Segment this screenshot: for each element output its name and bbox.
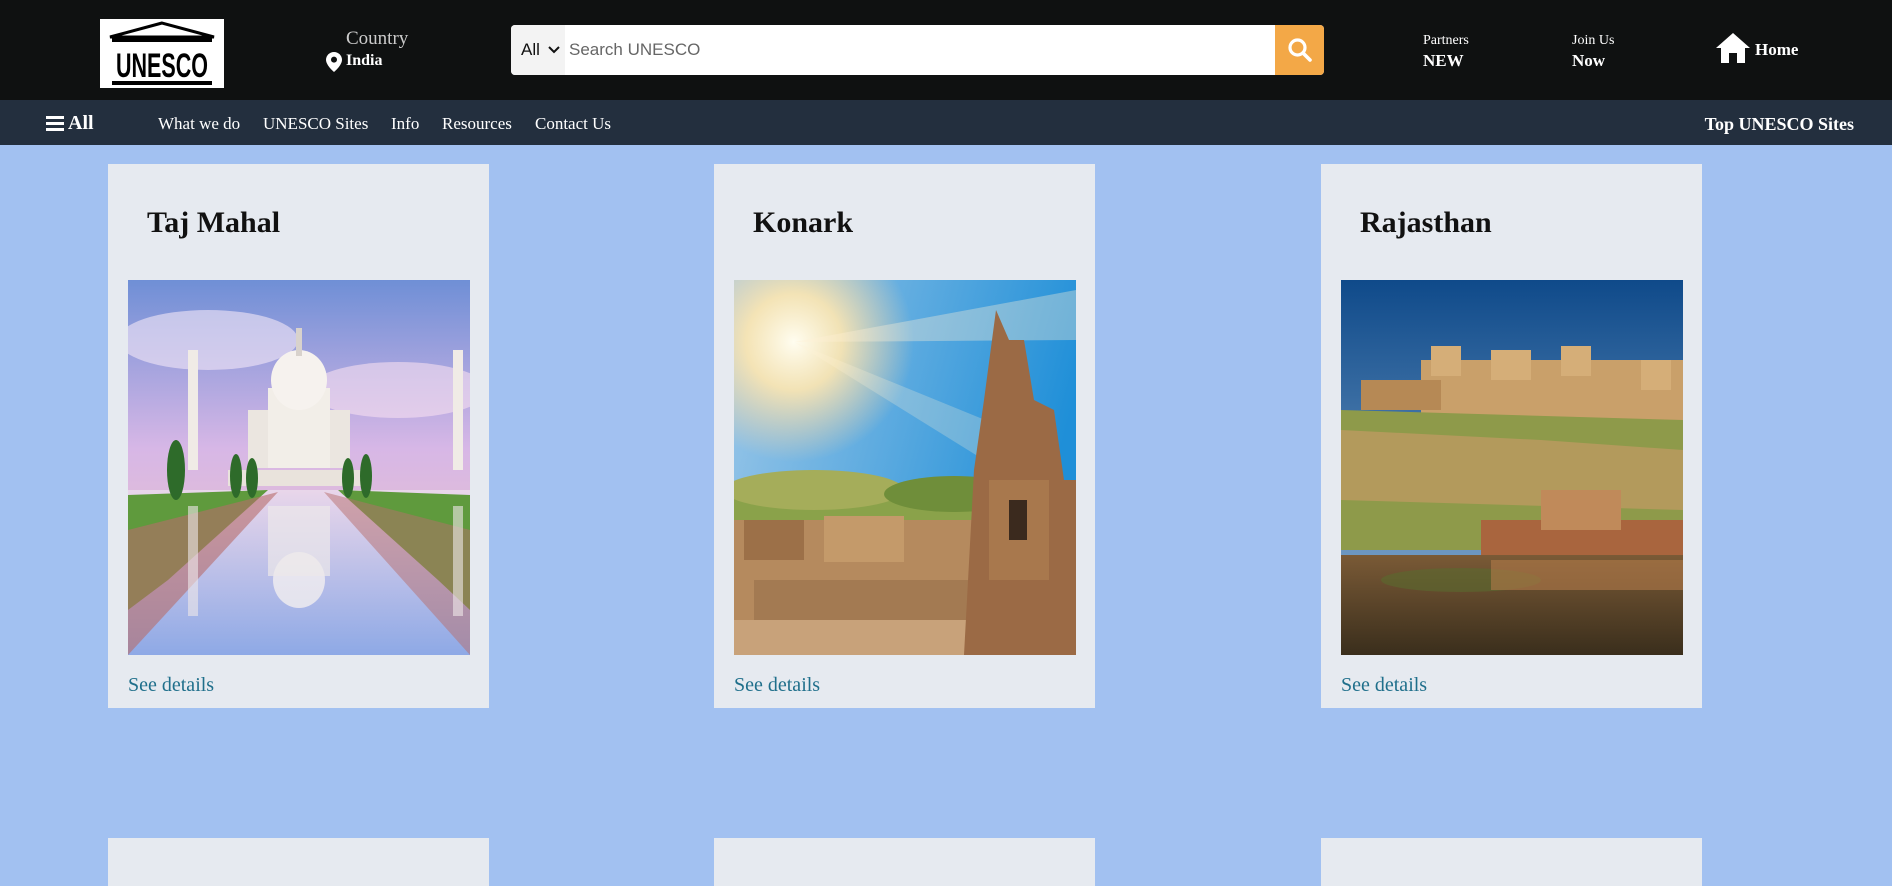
site-card-partial [714,838,1095,886]
hamburger-icon [46,116,64,131]
site-card-taj-mahal: Taj Mahal See details [108,164,489,708]
partners-link[interactable]: Partners NEW [1423,33,1469,71]
search-category-value: All [521,40,540,59]
nav-item-contact-us[interactable]: Contact Us [535,114,611,134]
secondary-nav: All What we do UNESCO Sites Info Resourc… [0,100,1892,145]
country-value: India [346,52,383,69]
search-button[interactable] [1275,25,1324,75]
see-details-link[interactable]: See details [128,674,214,697]
search-bar: All [511,25,1324,75]
search-category-select[interactable]: All [511,25,565,75]
join-us-link[interactable]: Join Us Now [1572,33,1614,71]
partners-line2: NEW [1423,51,1464,70]
all-menu-label: All [68,112,94,134]
home-label: Home [1755,40,1799,59]
site-card-partial [1321,838,1702,886]
search-input[interactable] [565,25,1265,75]
see-details-link[interactable]: See details [734,674,820,697]
site-card-konark: Konark See details [714,164,1095,708]
location-pin-icon [326,52,342,72]
konark-image[interactable] [734,280,1076,655]
join-line2: Now [1572,51,1606,70]
card-title: Konark [753,206,854,239]
chevron-down-icon [548,46,560,54]
rajasthan-image[interactable] [1341,280,1683,655]
all-menu-button[interactable]: All [46,112,94,135]
card-title: Rajasthan [1360,206,1492,239]
unesco-logo[interactable]: UNESCO [100,19,224,88]
join-line1: Join Us [1572,33,1615,48]
see-details-link[interactable]: See details [1341,674,1427,697]
partners-line1: Partners [1423,33,1469,48]
taj-mahal-image[interactable] [128,280,470,655]
nav-item-what-we-do[interactable]: What we do [158,114,240,134]
top-header: UNESCO Country India All Partners NEW [0,0,1892,100]
site-card-rajasthan: Rajasthan See details [1321,164,1702,708]
country-label: Country [346,28,409,49]
search-icon [1287,38,1312,62]
top-unesco-sites-link[interactable]: Top UNESCO Sites [1705,114,1854,135]
logo-text: UNESCO [116,47,208,85]
home-icon [1716,33,1750,63]
site-card-partial [108,838,489,886]
nav-item-info[interactable]: Info [391,114,419,134]
nav-item-unesco-sites[interactable]: UNESCO Sites [263,114,368,134]
home-link[interactable]: Home [1715,32,1798,64]
nav-item-resources[interactable]: Resources [442,114,512,134]
card-title: Taj Mahal [147,206,281,239]
